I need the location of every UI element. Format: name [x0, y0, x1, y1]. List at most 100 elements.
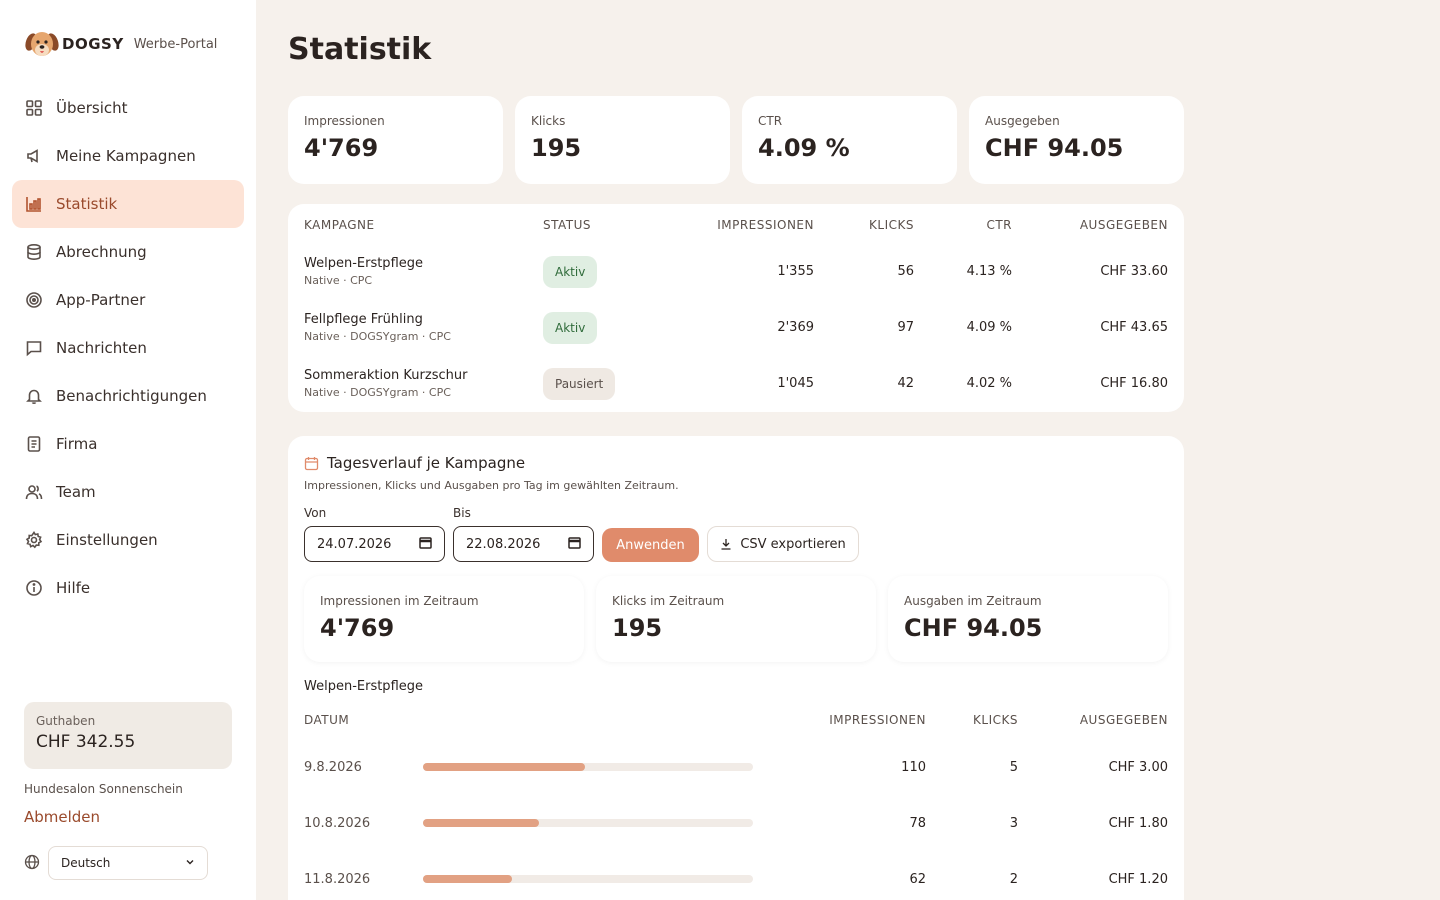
clicks-cell: 5 — [1009, 760, 1018, 775]
section-title-text: Tagesverlauf je Kampagne — [327, 454, 526, 472]
summary-impressions: Impressionen im Zeitraum 4'769 — [304, 576, 584, 662]
column-header: KAMPAGNE — [304, 218, 375, 232]
column-header: CTR — [986, 218, 1012, 232]
credit-box: Guthaben CHF 342.55 — [24, 702, 232, 769]
gear-icon — [24, 530, 44, 550]
column-header: AUSGEGEBEN — [1079, 218, 1168, 232]
column-header: DATUM — [304, 713, 350, 727]
logout-link[interactable]: Abmelden — [24, 808, 100, 826]
from-date-value: 24.07.2026 — [317, 536, 392, 552]
date-cell: 11.8.2026 — [304, 872, 371, 887]
campaign-cell: Welpen-Erstpflege Native · CPC — [304, 256, 423, 287]
kpi-label: Ausgaben im Zeitraum — [904, 594, 1042, 608]
clicks-cell: 97 — [897, 320, 914, 335]
kpi-label: Impressionen im Zeitraum — [320, 594, 479, 608]
calendar-icon — [304, 456, 319, 471]
kpi-label: Ausgegeben — [985, 114, 1060, 128]
date-cell: 9.8.2026 — [304, 760, 362, 775]
company-name: Hundesalon Sonnenschein — [24, 782, 183, 796]
sidebar-item-benachrichtigungen[interactable]: Benachrichtigungen — [12, 372, 244, 420]
sidebar-item-label: Einstellungen — [56, 531, 158, 549]
sidebar-item-label: Team — [56, 483, 96, 501]
database-icon — [24, 242, 44, 262]
ctr-cell: 4.09 % — [966, 320, 1012, 335]
sidebar-item-app-partner[interactable]: App-Partner — [12, 276, 244, 324]
impressions-cell: 62 — [909, 872, 926, 887]
sidebar-item-nachrichten[interactable]: Nachrichten — [12, 324, 244, 372]
spent-cell: CHF 43.65 — [1100, 320, 1168, 335]
csv-export-button[interactable]: CSV exportieren — [707, 526, 859, 562]
page-title: Statistik — [288, 32, 432, 67]
bar-chart-icon — [24, 194, 44, 214]
bell-icon — [24, 386, 44, 406]
impressions-bar-fill — [423, 875, 513, 883]
kpi-label: Klicks — [531, 114, 566, 128]
sidebar-item-label: Hilfe — [56, 579, 91, 597]
sidebar-item-firma[interactable]: Firma — [12, 420, 244, 468]
campaign-table: KAMPAGNE STATUS IMPRESSIONEN KLICKS CTR … — [288, 204, 1184, 412]
kpi-clicks: Klicks 195 — [515, 96, 730, 184]
status-badge: Aktiv — [543, 312, 598, 344]
status-badge: Pausiert — [543, 368, 616, 400]
message-icon — [24, 338, 44, 358]
kpi-value: CHF 94.05 — [985, 134, 1124, 162]
sidebar: DOGSY Werbe-Portal Übersicht Meine Kampa… — [0, 0, 256, 900]
sidebar-item-statistik[interactable]: Statistik — [12, 180, 244, 228]
daily-breakdown-card: Tagesverlauf je Kampagne Impressionen, K… — [288, 436, 1184, 900]
download-icon — [720, 538, 732, 550]
date-cell: 10.8.2026 — [304, 816, 371, 831]
users-icon — [24, 482, 44, 502]
calendar-icon — [568, 536, 581, 553]
sidebar-item-team[interactable]: Team — [12, 468, 244, 516]
grid-icon — [24, 98, 44, 118]
sidebar-item-label: Übersicht — [56, 99, 128, 117]
chevron-down-icon — [185, 856, 195, 870]
csv-export-label: CSV exportieren — [740, 536, 846, 552]
clicks-cell: 2 — [1009, 872, 1018, 887]
to-date-value: 22.08.2026 — [466, 536, 541, 552]
impressions-bar — [423, 875, 753, 883]
impressions-cell: 1'045 — [777, 376, 814, 391]
campaign-cell: Fellpflege Frühling Native · DOGSYgram ·… — [304, 312, 451, 343]
sidebar-item-hilfe[interactable]: Hilfe — [12, 564, 244, 612]
summary-clicks: Klicks im Zeitraum 195 — [596, 576, 876, 662]
megaphone-icon — [24, 146, 44, 166]
language-select[interactable]: Deutsch — [48, 846, 208, 880]
language-value: Deutsch — [61, 856, 111, 870]
clicks-cell: 56 — [897, 264, 914, 279]
credit-label: Guthaben — [36, 714, 96, 728]
sidebar-item-einstellungen[interactable]: Einstellungen — [12, 516, 244, 564]
column-header: KLICKS — [869, 218, 914, 232]
sidebar-item-abrechnung[interactable]: Abrechnung — [12, 228, 244, 276]
sidebar-item-label: Nachrichten — [56, 339, 147, 357]
kpi-label: Klicks im Zeitraum — [612, 594, 725, 608]
impressions-cell: 110 — [901, 760, 926, 775]
impressions-cell: 1'355 — [777, 264, 814, 279]
campaign-meta: Native · DOGSYgram · CPC — [304, 386, 451, 399]
kpi-value: CHF 94.05 — [904, 614, 1043, 642]
to-label: Bis — [453, 506, 471, 520]
to-date-input[interactable]: 22.08.2026 — [453, 526, 594, 562]
sidebar-item-uebersicht[interactable]: Übersicht — [12, 84, 244, 132]
kpi-value: 4'769 — [320, 614, 395, 642]
clicks-cell: 3 — [1009, 816, 1018, 831]
status-badge: Aktiv — [543, 256, 598, 288]
column-header: IMPRESSIONEN — [829, 713, 926, 727]
from-label: Von — [304, 506, 327, 520]
sidebar-item-label: Abrechnung — [56, 243, 147, 261]
spent-cell: CHF 33.60 — [1100, 264, 1168, 279]
impressions-bar-fill — [423, 763, 585, 771]
campaign-name: Welpen-Erstpflege — [304, 256, 423, 271]
info-icon — [24, 578, 44, 598]
globe-icon — [24, 854, 40, 870]
column-header: KLICKS — [973, 713, 1018, 727]
spent-cell: CHF 3.00 — [1108, 760, 1168, 775]
summary-spent: Ausgaben im Zeitraum CHF 94.05 — [888, 576, 1168, 662]
brand[interactable]: DOGSY Werbe-Portal — [24, 28, 217, 60]
apply-button[interactable]: Anwenden — [602, 528, 699, 562]
from-date-input[interactable]: 24.07.2026 — [304, 526, 445, 562]
credit-value: CHF 342.55 — [36, 732, 136, 752]
ctr-cell: 4.13 % — [966, 264, 1012, 279]
sidebar-item-kampagnen[interactable]: Meine Kampagnen — [12, 132, 244, 180]
column-header: AUSGEGEBEN — [1079, 713, 1168, 727]
